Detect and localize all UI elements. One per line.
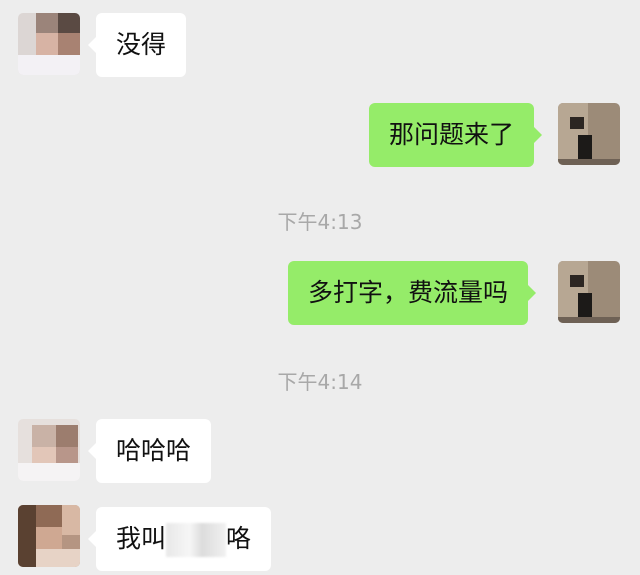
contact-avatar-icon[interactable]: [18, 419, 80, 481]
message-bubble[interactable]: 我叫 咯: [87, 507, 272, 571]
message-bubble[interactable]: 多打字，费流量吗: [288, 261, 537, 325]
message-bubble[interactable]: 那问题来了: [369, 103, 543, 167]
message-text-prefix: 我叫: [116, 524, 167, 553]
self-avatar-icon[interactable]: [558, 103, 620, 165]
self-avatar-icon[interactable]: [558, 261, 620, 323]
timestamp: 下午4:13: [277, 210, 363, 234]
message-text-suffix: 咯: [226, 524, 252, 553]
redacted-name-blur: [166, 523, 227, 557]
message-bubble[interactable]: 哈哈哈: [87, 419, 212, 483]
message-bubble[interactable]: 没得: [87, 13, 187, 77]
contact-avatar-icon[interactable]: [18, 13, 80, 75]
timestamp: 下午4:14: [277, 370, 363, 394]
contact-avatar-icon[interactable]: [18, 505, 80, 567]
